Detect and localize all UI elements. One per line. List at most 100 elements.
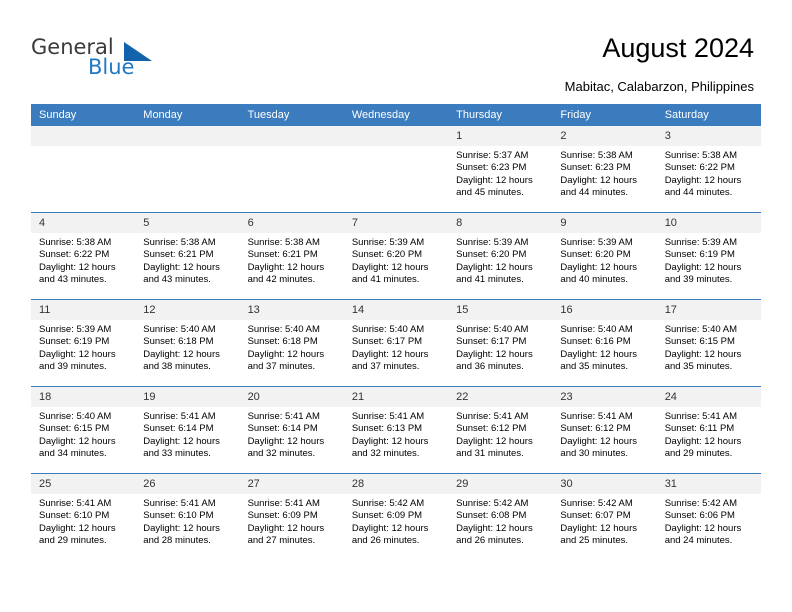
calendar-week-row: 4 Sunrise: 5:38 AM Sunset: 6:22 PM Daylight… [31, 212, 761, 300]
day-cell[interactable]: 26 Sunrise: 5:41 AM Sunset: 6:10 PM Dayligh… [135, 473, 240, 560]
day-details: Sunrise: 5:39 AM Sunset: 6:20 PM Daylight:… [552, 233, 656, 286]
day-cell[interactable]: 6 Sunrise: 5:38 AM Sunset: 6:21 PM Daylight… [239, 212, 344, 300]
sunrise-text: Sunrise: 5:40 AM [664, 324, 738, 335]
day-cell-empty [31, 126, 136, 213]
day-cell[interactable]: 5 Sunrise: 5:38 AM Sunset: 6:21 PM Daylight… [135, 212, 240, 300]
day-details: Sunrise: 5:39 AM Sunset: 6:20 PM Daylight:… [448, 233, 552, 286]
day-details: Sunrise: 5:38 AM Sunset: 6:21 PM Daylight:… [240, 233, 344, 286]
daylight-text: Daylight: 12 hours and 24 minutes. [664, 522, 742, 546]
day-cell[interactable]: 14 Sunrise: 5:40 AM Sunset: 6:17 PM Dayligh… [343, 299, 449, 387]
day-cell[interactable]: 1 Sunrise: 5:37 AM Sunset: 6:23 PM Daylight… [448, 126, 553, 213]
day-cell[interactable]: 31 Sunrise: 5:42 AM Sunset: 6:06 PM Dayligh… [656, 473, 761, 560]
day-cell[interactable]: 28 Sunrise: 5:42 AM Sunset: 6:09 PM Dayligh… [343, 473, 449, 560]
day-cell[interactable]: 20 Sunrise: 5:41 AM Sunset: 6:14 PM Dayligh… [239, 386, 344, 474]
sunset-text: Sunset: 6:23 PM [456, 162, 527, 174]
sunset-text: Sunset: 6:09 PM [351, 510, 423, 522]
day-cell[interactable]: 15 Sunrise: 5:40 AM Sunset: 6:17 PM Dayligh… [448, 299, 553, 387]
day-details: Sunrise: 5:41 AM Sunset: 6:14 PM Daylight:… [135, 407, 239, 460]
sunrise-text: Sunrise: 5:39 AM [39, 324, 112, 335]
sunset-text: Sunset: 6:06 PM [664, 510, 735, 522]
sunset-text: Sunset: 6:22 PM [39, 249, 110, 261]
sunrise-text: Sunrise: 5:38 AM [560, 150, 633, 161]
day-cell[interactable]: 22 Sunrise: 5:41 AM Sunset: 6:12 PM Dayligh… [448, 386, 553, 474]
sunrise-text: Sunrise: 5:41 AM [560, 411, 633, 422]
calendar-week-row: 18 Sunrise: 5:40 AM Sunset: 6:15 PM Dayligh… [31, 386, 761, 474]
weekday-row: Sunday Monday Tuesday Wednesday Thursday Frid… [31, 104, 761, 126]
day-details: Sunrise: 5:41 AM Sunset: 6:10 PM Daylight:… [31, 494, 135, 547]
day-cell[interactable]: 24 Sunrise: 5:41 AM Sunset: 6:11 PM Dayligh… [656, 386, 761, 474]
sunrise-text: Sunrise: 5:39 AM [560, 237, 633, 248]
sunrise-text: Sunrise: 5:42 AM [664, 498, 738, 509]
day-number: 29 [448, 474, 553, 494]
day-number: 9 [552, 213, 657, 233]
day-number: 12 [135, 300, 240, 320]
day-cell[interactable]: 21 Sunrise: 5:41 AM Sunset: 6:13 PM Dayligh… [343, 386, 449, 474]
day-cell[interactable]: 19 Sunrise: 5:41 AM Sunset: 6:14 PM Dayligh… [135, 386, 240, 474]
day-cell[interactable]: 25 Sunrise: 5:41 AM Sunset: 6:10 PM Dayligh… [31, 473, 136, 560]
day-cell[interactable]: 7 Sunrise: 5:39 AM Sunset: 6:20 PM Daylight… [343, 212, 449, 300]
sunrise-text: Sunrise: 5:40 AM [247, 324, 320, 335]
day-cell-empty [135, 126, 240, 213]
sunrise-text: Sunrise: 5:38 AM [143, 237, 216, 248]
day-cell[interactable]: 23 Sunrise: 5:41 AM Sunset: 6:12 PM Dayligh… [552, 386, 657, 474]
day-cell[interactable]: 27 Sunrise: 5:41 AM Sunset: 6:09 PM Dayligh… [239, 473, 344, 560]
calendar-week-row: 11 Sunrise: 5:39 AM Sunset: 6:19 PM Dayligh… [31, 299, 761, 387]
daylight-text: Daylight: 12 hours and 35 minutes. [664, 348, 742, 372]
weekday-header-monday: Monday [135, 104, 240, 126]
daylight-text: Daylight: 12 hours and 41 minutes. [351, 261, 429, 285]
weekday-header-saturday: Saturday [656, 104, 761, 126]
daylight-text: Daylight: 12 hours and 34 minutes. [39, 435, 116, 459]
weekday-header-thursday: Thursday [448, 104, 553, 126]
sunrise-text: Sunrise: 5:40 AM [456, 324, 529, 335]
day-cell[interactable]: 9 Sunrise: 5:39 AM Sunset: 6:20 PM Daylight… [552, 212, 657, 300]
sunrise-text: Sunrise: 5:40 AM [351, 324, 425, 335]
day-details: Sunrise: 5:41 AM Sunset: 6:11 PM Daylight:… [657, 407, 761, 460]
weekday-header-friday: Friday [552, 104, 657, 126]
day-details: Sunrise: 5:38 AM Sunset: 6:21 PM Daylight:… [135, 233, 239, 286]
day-cell[interactable]: 29 Sunrise: 5:42 AM Sunset: 6:08 PM Dayligh… [448, 473, 553, 560]
day-number: 3 [656, 126, 761, 146]
sunrise-text: Sunrise: 5:42 AM [560, 498, 633, 509]
day-cell[interactable]: 18 Sunrise: 5:40 AM Sunset: 6:15 PM Dayligh… [31, 386, 136, 474]
daylight-text: Daylight: 12 hours and 27 minutes. [247, 522, 325, 546]
sunset-text: Sunset: 6:10 PM [143, 510, 214, 522]
calendar-grid: Sunday Monday Tuesday Wednesday Thursday Frid… [31, 104, 761, 560]
day-number: 22 [448, 387, 553, 407]
day-cell[interactable]: 30 Sunrise: 5:42 AM Sunset: 6:07 PM Dayligh… [552, 473, 657, 560]
daylight-text: Daylight: 12 hours and 39 minutes. [39, 348, 116, 372]
day-number [343, 126, 449, 146]
day-number: 7 [343, 213, 449, 233]
sunrise-text: Sunrise: 5:40 AM [39, 411, 112, 422]
daylight-text: Daylight: 12 hours and 44 minutes. [560, 174, 637, 198]
day-cell[interactable]: 4 Sunrise: 5:38 AM Sunset: 6:22 PM Daylight… [31, 212, 136, 300]
sunrise-text: Sunrise: 5:40 AM [143, 324, 216, 335]
day-number [31, 126, 136, 146]
sunset-text: Sunset: 6:18 PM [247, 336, 318, 348]
day-cell[interactable]: 11 Sunrise: 5:39 AM Sunset: 6:19 PM Dayligh… [31, 299, 136, 387]
day-number: 14 [343, 300, 449, 320]
day-number: 1 [448, 126, 553, 146]
day-cell[interactable]: 12 Sunrise: 5:40 AM Sunset: 6:18 PM Dayligh… [135, 299, 240, 387]
day-cell[interactable]: 10 Sunrise: 5:39 AM Sunset: 6:19 PM Dayligh… [656, 212, 761, 300]
day-cell[interactable]: 8 Sunrise: 5:39 AM Sunset: 6:20 PM Daylight… [448, 212, 553, 300]
day-cell[interactable]: 17 Sunrise: 5:40 AM Sunset: 6:15 PM Dayligh… [656, 299, 761, 387]
sunrise-text: Sunrise: 5:42 AM [351, 498, 425, 509]
daylight-text: Daylight: 12 hours and 38 minutes. [143, 348, 220, 372]
day-cell[interactable]: 3 Sunrise: 5:38 AM Sunset: 6:22 PM Daylight… [656, 126, 761, 213]
day-cell[interactable]: 16 Sunrise: 5:40 AM Sunset: 6:16 PM Dayligh… [552, 299, 657, 387]
sunrise-text: Sunrise: 5:37 AM [456, 150, 529, 161]
day-details: Sunrise: 5:42 AM Sunset: 6:07 PM Daylight:… [552, 494, 656, 547]
day-details: Sunrise: 5:41 AM Sunset: 6:14 PM Daylight:… [240, 407, 344, 460]
daylight-text: Daylight: 12 hours and 29 minutes. [39, 522, 116, 546]
day-details: Sunrise: 5:40 AM Sunset: 6:18 PM Daylight:… [135, 320, 239, 373]
day-cell[interactable]: 13 Sunrise: 5:40 AM Sunset: 6:18 PM Dayligh… [239, 299, 344, 387]
day-cell[interactable]: 2 Sunrise: 5:38 AM Sunset: 6:23 PM Daylight… [552, 126, 657, 213]
sunset-text: Sunset: 6:18 PM [143, 336, 214, 348]
daylight-text: Daylight: 12 hours and 37 minutes. [351, 348, 429, 372]
day-number: 17 [656, 300, 761, 320]
sunrise-text: Sunrise: 5:39 AM [664, 237, 738, 248]
sunset-text: Sunset: 6:19 PM [39, 336, 110, 348]
day-number: 2 [552, 126, 657, 146]
daylight-text: Daylight: 12 hours and 26 minutes. [456, 522, 533, 546]
daylight-text: Daylight: 12 hours and 31 minutes. [456, 435, 533, 459]
